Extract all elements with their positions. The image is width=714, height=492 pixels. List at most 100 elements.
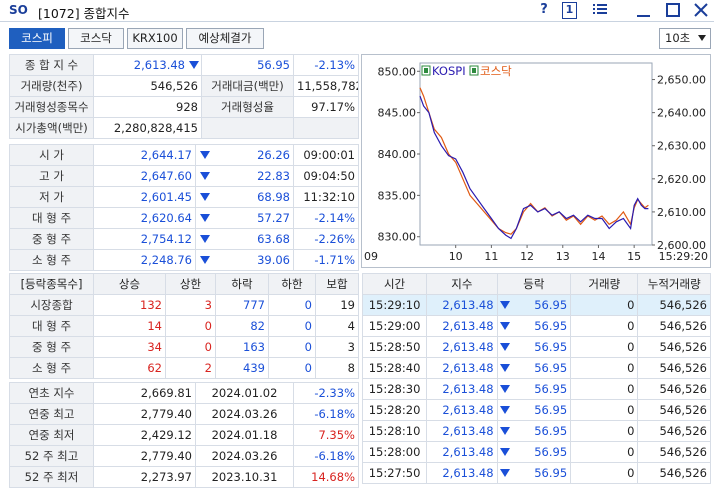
yearly-date: 2024.03.26: [195, 403, 294, 425]
tick-header-cell: 시간: [361, 273, 428, 295]
yearly-label: 52 주 최저: [9, 466, 94, 488]
price-change: 26.26: [257, 148, 290, 162]
breadth-header-cell: 보합: [315, 273, 359, 295]
tick-time: 15:28:40: [361, 357, 428, 379]
x-tick-label: 10: [449, 250, 463, 263]
tick-volume: 0: [570, 420, 639, 442]
tab-kospi[interactable]: 코스피: [9, 28, 65, 49]
price-time: 11:32:10: [293, 186, 359, 208]
price-change: 63.68: [257, 232, 290, 246]
down-arrow-icon: [200, 172, 210, 180]
legend-check-mark: [424, 68, 428, 73]
left-tick-label: 835.00: [378, 189, 417, 202]
close-icon[interactable]: [693, 2, 709, 19]
traded-count-label: 거래형성종목수: [9, 96, 94, 118]
breadth-label: 중 형 주: [9, 336, 94, 358]
price-label: 대 형 주: [9, 207, 94, 229]
traded-count-value: 928: [93, 96, 202, 118]
menu-icon[interactable]: [592, 2, 608, 19]
breadth-row: 대 형 주 14 0 82 0 4: [9, 315, 359, 337]
tick-index: 2,613.48: [426, 357, 498, 379]
chart-svg: 850.00 845.00 840.00 835.00 830.00 2,650.00 2,…: [364, 62, 708, 263]
tick-cumulative: 546,526: [637, 378, 711, 400]
intraday-chart[interactable]: 850.00 845.00 840.00 835.00 830.00 2,650.00 2,…: [361, 54, 711, 268]
breadth-label: 소 형 주: [9, 357, 94, 379]
price-rate: -2.26%: [293, 228, 359, 250]
breadth-header-cell: 상한: [165, 273, 216, 295]
yearly-rate: -6.18%: [293, 403, 359, 425]
tick-volume: 0: [570, 315, 639, 337]
breadth-row: 중 형 주 34 0 163 0 3: [9, 336, 359, 358]
tick-header: 시간 지수 등락 거래량 누적거래량: [361, 273, 711, 295]
tick-header-cell: 누적거래량: [637, 273, 711, 295]
yearly-label: 연중 최고: [9, 403, 94, 425]
breadth-uplimit: 2: [165, 357, 216, 379]
left-tick-label: 850.00: [378, 65, 417, 78]
tick-row[interactable]: 15:28:40 2,613.48 56.95 0 546,526: [361, 357, 711, 379]
tab-expected-price[interactable]: 예상체결가: [186, 28, 264, 49]
tick-change: 56.95: [534, 445, 568, 459]
down-arrow-icon: [499, 406, 510, 414]
breadth-header: [등락종목수] 상승 상한 하락 하한 보합: [9, 273, 359, 295]
tab-kosdaq[interactable]: 코스닥: [68, 28, 124, 49]
breadth-flat: 3: [315, 336, 359, 358]
plot-area: [419, 62, 653, 246]
maximize-icon[interactable]: [665, 2, 681, 19]
yearly-rate: 14.68%: [293, 466, 359, 488]
amount-label: 거래대금(백만): [201, 75, 294, 97]
tick-row[interactable]: 15:28:00 2,613.48 56.95 0 546,526: [361, 441, 711, 463]
tick-header-cell: 지수: [426, 273, 498, 295]
yearly-label: 연초 지수: [9, 382, 94, 404]
tick-row[interactable]: 15:28:30 2,613.48 56.95 0 546,526: [361, 378, 711, 400]
tick-header-cell: 거래량: [570, 273, 639, 295]
x-tick-label: 15:29:20: [659, 250, 708, 263]
right-tick-label: 2,610.00: [657, 206, 706, 219]
tick-row[interactable]: 15:29:10 2,613.48 56.95 0 546,526: [361, 294, 711, 316]
price-value: 2,620.64: [93, 207, 196, 229]
tick-row[interactable]: 15:29:00 2,613.48 56.95 0 546,526: [361, 315, 711, 337]
yearly-row: 연초 지수 2,669.81 2024.01.02 -2.33%: [9, 382, 359, 404]
breadth-label: 대 형 주: [9, 315, 94, 337]
screen-number-icon[interactable]: 1: [562, 2, 577, 19]
tick-time: 15:29:10: [361, 294, 428, 316]
tick-volume: 0: [570, 357, 639, 379]
tab-krx100[interactable]: KRX100: [127, 28, 183, 49]
price-label: 고 가: [9, 165, 94, 187]
tick-change: 56.95: [534, 466, 568, 480]
tick-time: 15:28:10: [361, 420, 428, 442]
yearly-value: 2,429.12: [93, 424, 196, 446]
tick-row[interactable]: 15:28:20 2,613.48 56.95 0 546,526: [361, 399, 711, 421]
tick-change-cell: 56.95: [496, 462, 572, 484]
yearly-row: 연중 최저 2,429.12 2024.01.18 7.35%: [9, 424, 359, 446]
down-arrow-icon: [499, 385, 510, 393]
minimize-icon[interactable]: [636, 2, 652, 19]
yearly-label: 52 주 최고: [9, 445, 94, 467]
down-arrow-icon: [200, 193, 210, 201]
tick-table[interactable]: 시간 지수 등락 거래량 누적거래량 15:29:10 2,613.48 56.95 0 546,…: [361, 273, 711, 484]
tick-row[interactable]: 15:27:50 2,613.48 56.95 0 546,526: [361, 462, 711, 484]
breadth-down: 777: [215, 294, 269, 316]
right-tick-label: 2,650.00: [657, 74, 706, 87]
tick-change-cell: 56.95: [496, 420, 572, 442]
tick-row[interactable]: 15:28:50 2,613.48 56.95 0 546,526: [361, 336, 711, 358]
price-table: 시 가 2,644.17 26.26 09:00:01 고 가 2,647.60 22.83…: [9, 144, 359, 271]
tick-change-cell: 56.95: [496, 315, 572, 337]
yearly-row: 52 주 최저 2,273.97 2023.10.31 14.68%: [9, 466, 359, 488]
index-value: 2,613.48: [93, 54, 202, 76]
x-tick-label: 09: [364, 250, 378, 263]
tick-change: 56.95: [534, 361, 568, 375]
price-label: 중 형 주: [9, 228, 94, 250]
tick-index: 2,613.48: [426, 462, 498, 484]
tick-time: 15:28:30: [361, 378, 428, 400]
interval-select[interactable]: 10초: [659, 28, 711, 49]
tick-row[interactable]: 15:28:10 2,613.48 56.95 0 546,526: [361, 420, 711, 442]
tick-index: 2,613.48: [426, 336, 498, 358]
tick-time: 15:28:20: [361, 399, 428, 421]
tick-cumulative: 546,526: [637, 294, 711, 316]
tick-index: 2,613.48: [426, 378, 498, 400]
yearly-date: 2024.03.26: [195, 445, 294, 467]
price-row: 시 가 2,644.17 26.26 09:00:01: [9, 144, 359, 166]
index-value-text: 2,613.48: [133, 58, 185, 72]
help-icon[interactable]: ?: [537, 2, 551, 19]
tick-change-cell: 56.95: [496, 399, 572, 421]
